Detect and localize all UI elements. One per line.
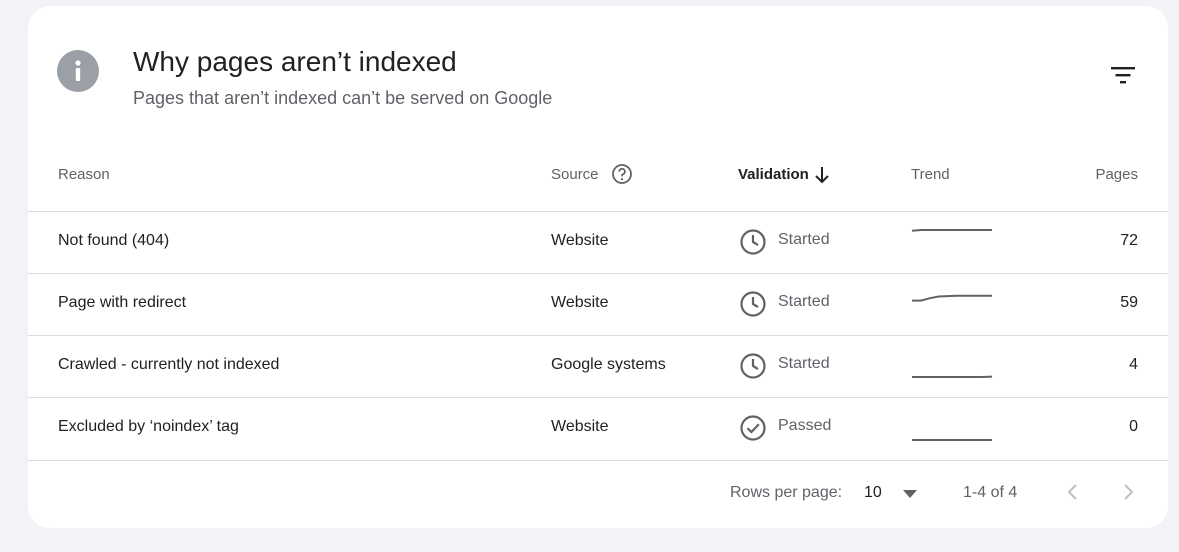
table-row[interactable]: Not found (404) Website Started 72 — [28, 211, 1168, 274]
dropdown-icon[interactable] — [902, 488, 918, 500]
rows-per-page-label: Rows per page: — [730, 484, 843, 501]
column-header-validation[interactable]: Validation — [738, 166, 809, 183]
pages-count: 59 — [1120, 294, 1138, 311]
chevron-left-icon[interactable] — [1061, 480, 1085, 504]
validation-status: Started — [778, 293, 830, 310]
table-row[interactable]: Crawled - currently not indexed Google s… — [28, 335, 1168, 398]
clock-icon — [740, 353, 766, 379]
page-subtitle: Pages that aren’t indexed can’t be serve… — [133, 88, 553, 108]
clock-icon — [740, 291, 766, 317]
page-title: Why pages aren’t indexed — [133, 46, 457, 77]
filter-button[interactable] — [1106, 60, 1140, 90]
source-cell: Website — [551, 418, 609, 435]
trend-sparkline — [912, 439, 992, 441]
reason-cell: Page with redirect — [58, 294, 187, 311]
table-row[interactable]: Page with redirect Website Started 59 — [28, 273, 1168, 336]
table-row[interactable]: Excluded by ‘noindex’ tag Website Passed… — [28, 397, 1168, 461]
trend-sparkline — [911, 229, 992, 232]
trend-sparkline — [912, 294, 992, 302]
arrow-down-icon[interactable] — [814, 166, 830, 184]
index-report-card: Why pages aren’t indexed Pages that aren… — [28, 6, 1168, 528]
source-cell: Website — [551, 232, 609, 249]
help-icon[interactable] — [611, 163, 633, 185]
reason-cell: Not found (404) — [58, 232, 170, 249]
pages-count: 0 — [1129, 418, 1138, 435]
pages-count: 72 — [1120, 232, 1138, 249]
check-circle-icon — [740, 415, 766, 441]
column-header-trend: Trend — [911, 166, 950, 183]
trend-sparkline — [912, 375, 993, 378]
reason-cell: Crawled - currently not indexed — [58, 356, 280, 373]
reason-cell: Excluded by ‘noindex’ tag — [58, 418, 239, 435]
chevron-right-icon[interactable] — [1116, 480, 1140, 504]
info-icon — [57, 50, 99, 92]
source-cell: Website — [551, 294, 609, 311]
rows-per-page-select[interactable]: 10 — [864, 484, 882, 502]
pagination-range: 1-4 of 4 — [963, 484, 1018, 501]
clock-icon — [740, 229, 766, 255]
filter-icon — [1111, 67, 1135, 84]
column-header-reason[interactable]: Reason — [58, 166, 110, 183]
pages-count: 4 — [1129, 356, 1138, 373]
column-header-source[interactable]: Source — [551, 166, 599, 183]
validation-status: Started — [778, 355, 830, 372]
validation-status: Passed — [778, 417, 832, 434]
source-cell: Google systems — [551, 356, 666, 373]
validation-status: Started — [778, 231, 830, 248]
column-header-pages[interactable]: Pages — [1095, 166, 1138, 183]
